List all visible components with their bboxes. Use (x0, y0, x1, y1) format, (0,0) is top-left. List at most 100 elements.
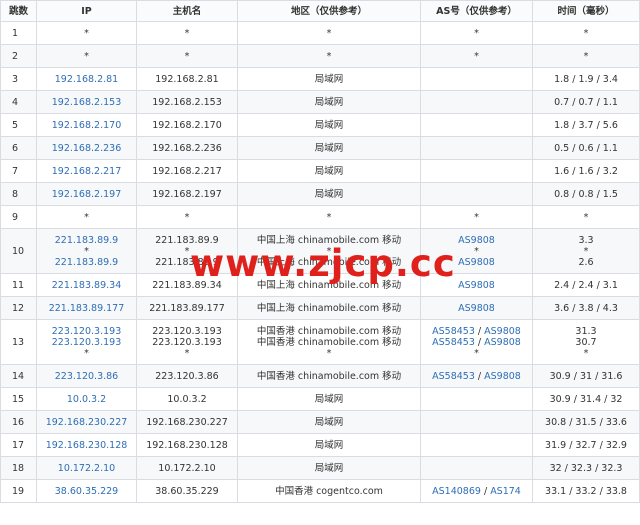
ip-cell: * (36, 44, 137, 68)
as-separator: / (480, 485, 491, 497)
hostname-cell: * (136, 44, 238, 68)
ip-link[interactable]: 221.183.89.9 (37, 235, 136, 246)
ip-link[interactable]: 10.0.3.2 (37, 394, 136, 405)
region-text: * (326, 211, 332, 223)
ip-link[interactable]: 223.120.3.193 (37, 326, 136, 337)
region-cell: 中国上海 chinamobile.com 移动 (237, 273, 421, 297)
as-link[interactable]: AS9808 (458, 303, 495, 314)
time-cell: 0.7 / 0.7 / 1.1 (532, 90, 640, 114)
region-text: 中国上海 chinamobile.com 移动 (256, 302, 402, 314)
as-line: * (421, 212, 532, 223)
time-cell: 30.9 / 31.4 / 32 (532, 387, 640, 411)
col-header-as: AS号（仅供参考） (420, 0, 533, 22)
hop-number-cell: 17 (0, 433, 37, 457)
table-row: 14 223.120.3.86 223.120.3.86 中国香港 chinamobi… (0, 364, 640, 388)
as-line: AS58453 / AS9808 (421, 337, 532, 348)
ip-link[interactable]: 192.168.2.236 (37, 143, 136, 154)
time-cell: 1.8 / 3.7 / 5.6 (532, 113, 640, 137)
time-text: * (583, 347, 589, 359)
hostname-text: 192.168.2.217 (152, 165, 222, 177)
as-link[interactable]: AS9808 (484, 371, 521, 382)
table-row: 11 221.183.89.34 221.183.89.34 中国上海 chinamo… (0, 273, 640, 297)
hostname-cell: 38.60.35.229 (136, 479, 238, 503)
traceroute-table: 跳数 IP 主机名 地区（仅供参考） AS号（仅供参考） 时间（毫秒） 1 * * *… (0, 0, 640, 503)
hop-number-cell: 16 (0, 410, 37, 434)
region-cell: 局域网 (237, 456, 421, 480)
time-cell: 0.8 / 0.8 / 1.5 (532, 182, 640, 206)
as-link[interactable]: AS58453 (432, 371, 475, 382)
table-row: 3 192.168.2.81 192.168.2.81 局域网 1.8 / 1.9 / … (0, 67, 640, 91)
time-cell: * (532, 44, 640, 68)
hostname-cell: 192.168.2.197 (136, 182, 238, 206)
ip-placeholder: * (84, 211, 89, 223)
ip-link[interactable]: 192.168.2.81 (37, 74, 136, 85)
hostname-text: * (184, 211, 190, 223)
ip-cell: 192.168.2.81 (36, 67, 137, 91)
ip-placeholder: * (84, 27, 89, 39)
as-cell (420, 90, 533, 114)
table-row: 12 221.183.89.177 221.183.89.177 中国上海 china… (0, 296, 640, 320)
ip-link[interactable]: 221.183.89.9 (37, 257, 136, 268)
hop-number-cell: 18 (0, 456, 37, 480)
as-separator: / (474, 370, 485, 382)
region-text: 局域网 (314, 416, 344, 428)
hostname-cell: 192.168.230.128 (136, 433, 238, 457)
as-line: AS9808 (421, 257, 532, 268)
as-line: * (421, 51, 532, 62)
hop-number-cell: 13 (0, 319, 37, 365)
hostname-cell: 223.120.3.86 (136, 364, 238, 388)
as-line: AS58453 / AS9808 (421, 326, 532, 337)
time-cell: 30.9 / 31 / 31.6 (532, 364, 640, 388)
as-link[interactable]: AS58453 (432, 326, 475, 337)
time-cell: * (532, 205, 640, 229)
as-line: AS140869 / AS174 (421, 486, 532, 497)
ip-link[interactable]: 192.168.2.153 (37, 97, 136, 108)
as-link[interactable]: AS9808 (458, 280, 495, 291)
table-row: 2 * * * * * (0, 44, 640, 68)
as-line: AS9808 (421, 303, 532, 314)
region-text: 中国上海 chinamobile.com 移动 (256, 279, 402, 291)
as-cell (420, 433, 533, 457)
as-placeholder: * (474, 211, 479, 223)
ip-link[interactable]: 223.120.3.86 (37, 371, 136, 382)
table-row: 1 * * * * * (0, 21, 640, 45)
hostname-cell: 192.168.2.81 (136, 67, 238, 91)
as-placeholder: * (474, 27, 479, 39)
hop-number-cell: 5 (0, 113, 37, 137)
as-link[interactable]: AS9808 (458, 257, 495, 268)
ip-link[interactable]: 192.168.230.227 (37, 417, 136, 428)
table-row: 7 192.168.2.217 192.168.2.217 局域网 1.6 / 1.6 … (0, 159, 640, 183)
region-cell: 局域网 (237, 136, 421, 160)
region-cell: * (237, 21, 421, 45)
as-link[interactable]: AS174 (490, 486, 521, 497)
ip-link[interactable]: 192.168.230.128 (37, 440, 136, 451)
ip-cell: 192.168.2.170 (36, 113, 137, 137)
as-link[interactable]: AS9808 (484, 337, 521, 348)
ip-link[interactable]: 223.120.3.193 (37, 337, 136, 348)
time-text: 0.5 / 0.6 / 1.1 (554, 142, 618, 154)
ip-link[interactable]: 221.183.89.177 (37, 303, 136, 314)
as-link[interactable]: AS140869 (432, 486, 481, 497)
ip-link[interactable]: 38.60.35.229 (37, 486, 136, 497)
ip-link[interactable]: 10.172.2.10 (37, 463, 136, 474)
as-link[interactable]: AS58453 (432, 337, 475, 348)
ip-link[interactable]: 192.168.2.170 (37, 120, 136, 131)
hop-number-cell: 10 (0, 228, 37, 274)
col-header-region: 地区（仅供参考） (237, 0, 421, 22)
ip-link[interactable]: 221.183.89.34 (37, 280, 136, 291)
as-cell (420, 387, 533, 411)
ip-link[interactable]: 192.168.2.217 (37, 166, 136, 177)
ip-link[interactable]: 192.168.2.197 (37, 189, 136, 200)
as-link[interactable]: AS9808 (458, 235, 495, 246)
table-row: 10 221.183.89.9 * 221.183.89.9 221.183.89.9 *… (0, 228, 640, 274)
hop-number-cell: 14 (0, 364, 37, 388)
hostname-text: * (184, 50, 190, 62)
region-text: 局域网 (314, 165, 344, 177)
hop-number-cell: 6 (0, 136, 37, 160)
as-cell: AS140869 / AS174 (420, 479, 533, 503)
time-text: 30.9 / 31 / 31.6 (549, 370, 623, 382)
as-cell (420, 136, 533, 160)
as-link[interactable]: AS9808 (484, 326, 521, 337)
region-cell: 局域网 (237, 182, 421, 206)
time-text: 32 / 32.3 / 32.3 (549, 462, 623, 474)
